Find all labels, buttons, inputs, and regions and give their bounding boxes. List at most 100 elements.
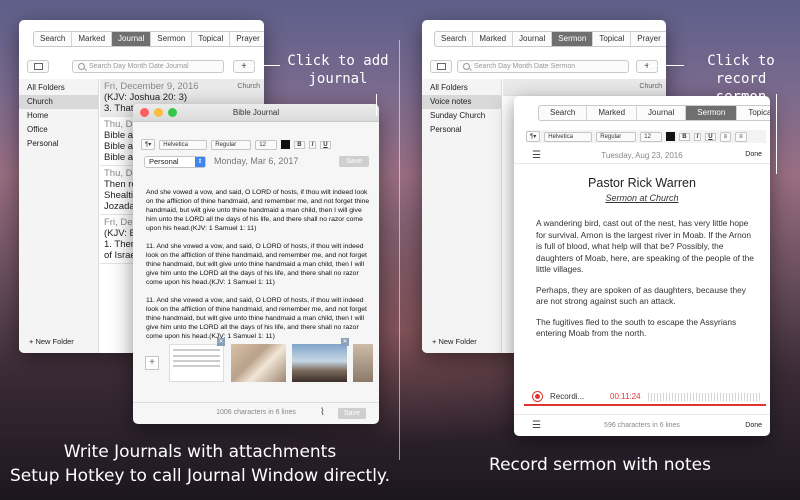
entry-folder: Church [237, 83, 260, 90]
footer-done-button[interactable]: Done [745, 422, 762, 429]
left-search-input[interactable]: Search Day Month Date Journal [72, 60, 224, 73]
preacher-name: Pastor Rick Warren [588, 176, 696, 190]
callout-line-1: Click to add [287, 53, 389, 69]
callout-pointer [648, 65, 684, 66]
align-center-icon[interactable]: ≡ [735, 131, 747, 142]
record-button[interactable] [532, 391, 543, 402]
sermon-place: Sermon at Church [605, 193, 679, 203]
recording-bar: Recordi... 00:11:24 [524, 388, 766, 406]
sidebar-item-all-folders[interactable]: All Folders [19, 81, 98, 95]
bold-button[interactable]: B [294, 140, 305, 149]
right-tab-bar: Search Marked Journal Sermon Topical Pra… [434, 31, 666, 47]
recording-time: 00:11:24 [610, 392, 641, 401]
sermon-paragraph: The fugitives fled to the south to escap… [536, 316, 737, 339]
sidebar-toggle-button[interactable] [27, 60, 49, 73]
text-color-swatch[interactable] [281, 140, 291, 149]
sidebar-toggle-button[interactable] [430, 60, 452, 73]
tab-topical[interactable]: Topical [737, 106, 770, 120]
sermon-body[interactable]: A wandering bird, cast out of the nest, … [536, 218, 756, 340]
paperclip-icon[interactable]: ⌇ [320, 407, 325, 418]
journal-format-bar: ¶▾ Helvetica Regular 12 B I U [141, 139, 331, 150]
tab-search[interactable]: Search [435, 32, 474, 46]
attachment-thumbnail[interactable] [353, 344, 373, 382]
paragraph-style-select[interactable]: ¶▾ [141, 139, 156, 150]
journal-window-title: Bible Journal [232, 108, 280, 117]
folder-select[interactable]: Personal ⇕ [144, 156, 206, 168]
weight-select[interactable]: Regular [211, 139, 252, 150]
sidebar-item-personal[interactable]: Personal [19, 137, 98, 151]
size-select[interactable]: 12 [640, 131, 663, 142]
journal-body[interactable]: And she vowed a vow, and said, O LORD of… [146, 188, 371, 341]
tab-journal[interactable]: Journal [637, 106, 687, 120]
tab-search[interactable]: Search [34, 32, 73, 46]
footer-save-button[interactable]: Save [338, 408, 366, 419]
sidebar-item-church[interactable]: Church [19, 95, 98, 109]
underline-button[interactable]: U [705, 132, 716, 141]
underline-button[interactable]: U [320, 140, 331, 149]
left-sidebar: All Folders Church Home Office Personal … [19, 79, 99, 353]
journal-date: Monday, Mar 6, 2017 [214, 156, 299, 166]
weight-select[interactable]: Regular [596, 131, 637, 142]
sermon-callout: Click to record sermon [686, 52, 796, 106]
italic-button[interactable]: I [308, 140, 317, 149]
tab-sermon[interactable]: Sermon [552, 32, 594, 46]
attachment-thumbnail[interactable] [292, 344, 347, 382]
italic-button[interactable]: I [693, 132, 702, 141]
bold-button[interactable]: B [679, 132, 690, 141]
sermon-format-bar: ¶▾ Helvetica Regular 12 B I U ≡ ≡ [526, 130, 766, 143]
tab-prayer[interactable]: Prayer [631, 32, 666, 46]
close-icon[interactable]: ✕ [217, 338, 225, 346]
tab-sermon[interactable]: Sermon [151, 32, 193, 46]
size-select[interactable]: 12 [255, 139, 278, 150]
tab-sermon[interactable]: Sermon [686, 106, 738, 120]
tab-search[interactable]: Search [539, 106, 588, 120]
chevron-down-icon: ⇕ [195, 157, 205, 167]
sidebar-item-office[interactable]: Office [19, 123, 98, 137]
new-folder-button[interactable]: + New Folder [29, 337, 74, 346]
sidebar-item-sunday-church[interactable]: Sunday Church [422, 109, 501, 123]
journal-save-button[interactable]: Save [339, 156, 369, 167]
sidebar-item-personal[interactable]: Personal [422, 123, 501, 137]
left-caption: Write Journals with attachments Setup Ho… [0, 440, 400, 488]
callout-pointer [776, 94, 777, 174]
done-button[interactable]: Done [745, 151, 762, 158]
attachment-thumbnail[interactable] [231, 344, 286, 382]
add-journal-button[interactable]: + [233, 60, 255, 73]
tab-marked[interactable]: Marked [587, 106, 638, 120]
attachments-strip: + ✕ ✕ [141, 336, 373, 386]
entry-date: Fri, December 9, 2016 [104, 81, 199, 92]
sidebar-item-voice-notes[interactable]: Voice notes [422, 95, 501, 109]
tab-prayer[interactable]: Prayer [230, 32, 264, 46]
list-item[interactable]: Church [503, 79, 666, 96]
journal-paragraph: 11. And she vowed a vow, and said, O LOR… [146, 243, 367, 286]
sermon-header-row: ☰ Tuesday, Aug 23, 2016 Done [514, 148, 770, 164]
tab-topical[interactable]: Topical [192, 32, 231, 46]
tab-journal[interactable]: Journal [112, 32, 152, 46]
tab-marked[interactable]: Marked [473, 32, 514, 46]
sermon-tab-bar: Search Marked Journal Sermon Topical [538, 105, 770, 121]
sidebar-item-all-folders[interactable]: All Folders [422, 81, 501, 95]
callout-line-2: journal [308, 71, 368, 87]
right-search-input[interactable]: Search Day Month Date Sermon [457, 60, 629, 73]
paragraph-style-select[interactable]: ¶▾ [526, 131, 541, 142]
attachment-thumbnail[interactable] [169, 344, 224, 382]
entry-date: Fri, De [104, 217, 133, 228]
font-select[interactable]: Helvetica [544, 131, 593, 142]
align-left-icon[interactable]: ≡ [719, 131, 732, 142]
tab-journal[interactable]: Journal [513, 32, 553, 46]
sidebar-item-home[interactable]: Home [19, 109, 98, 123]
add-sermon-button[interactable]: + [636, 60, 658, 73]
record-icon [535, 394, 540, 399]
tab-topical[interactable]: Topical [593, 32, 632, 46]
callout-line-2: sermon [715, 89, 767, 105]
close-icon[interactable]: ✕ [341, 338, 349, 346]
tab-marked[interactable]: Marked [72, 32, 113, 46]
text-color-swatch[interactable] [666, 132, 676, 141]
folder-select-value: Personal [149, 157, 179, 166]
new-folder-button[interactable]: + New Folder [432, 337, 477, 346]
font-select[interactable]: Helvetica [159, 139, 208, 150]
caption-line-1: Write Journals with attachments [63, 442, 337, 462]
add-attachment-button[interactable]: + [145, 356, 159, 370]
left-search-placeholder: Search Day Month Date Journal [89, 63, 189, 70]
sermon-date: Tuesday, Aug 23, 2016 [601, 151, 683, 160]
